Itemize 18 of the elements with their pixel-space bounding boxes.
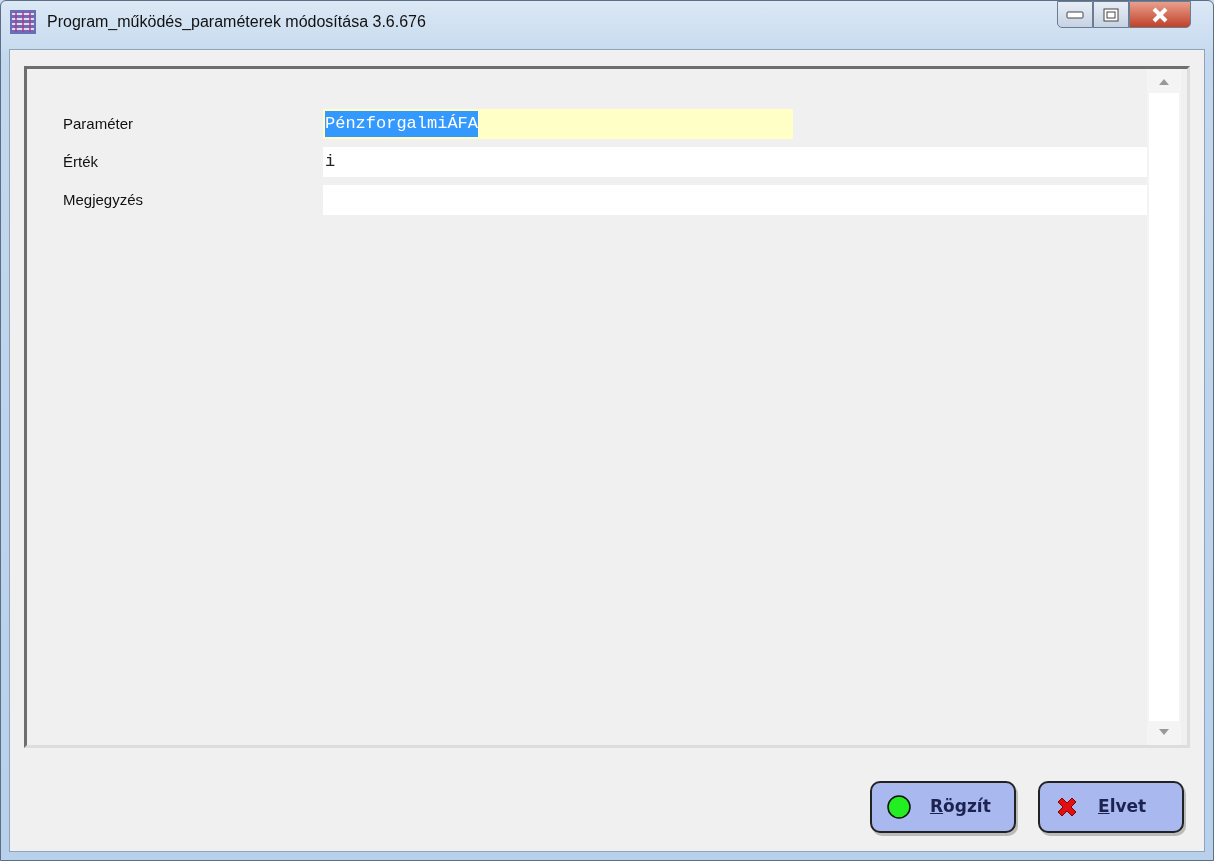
minimize-icon	[1066, 10, 1084, 19]
close-button[interactable]	[1129, 1, 1191, 28]
app-icon	[9, 9, 37, 35]
close-icon	[1151, 6, 1169, 23]
scrollbar[interactable]	[1147, 69, 1181, 745]
field-label: Érték	[63, 151, 99, 172]
window-title: Program_működés_paraméterek módosítása 3.6.676	[47, 12, 426, 32]
scroll-down-icon[interactable]	[1159, 729, 1169, 735]
field-label: Megjegyzés	[63, 189, 145, 210]
input-field[interactable]: i	[323, 147, 1147, 177]
maximize-icon	[1103, 7, 1119, 22]
save-button[interactable]: Rögzít	[870, 780, 1016, 833]
maximize-button[interactable]	[1093, 1, 1129, 28]
field-label: Paraméter	[63, 113, 135, 134]
cancel-button[interactable]: Elvet	[1038, 780, 1184, 833]
minimize-button[interactable]	[1057, 1, 1093, 28]
circle-icon	[886, 793, 912, 820]
scroll-up-icon[interactable]	[1159, 79, 1169, 85]
